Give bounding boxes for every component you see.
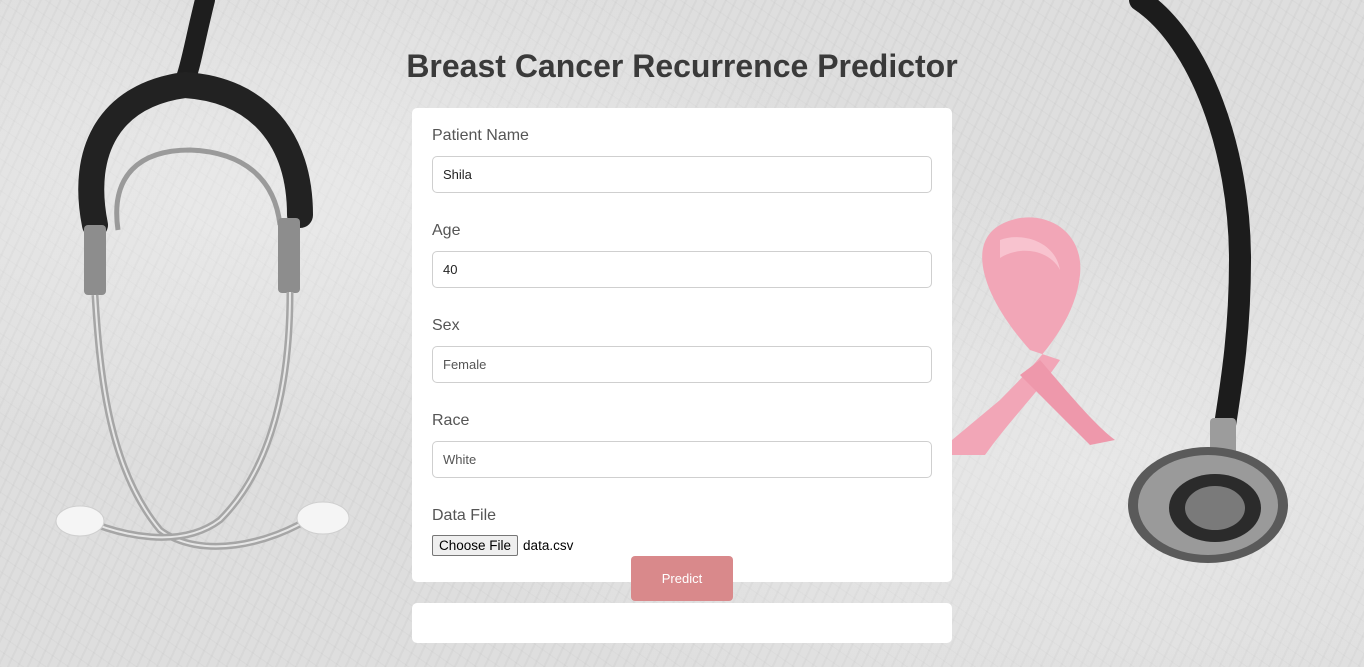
page-title: Breast Cancer Recurrence Predictor xyxy=(406,48,958,84)
page: Breast Cancer Recurrence Predictor Patie… xyxy=(0,0,1364,667)
sex-input[interactable] xyxy=(432,346,932,383)
race-input[interactable] xyxy=(432,441,932,478)
pink-ribbon-icon xyxy=(952,217,1115,455)
prediction-form: Patient Name Age Sex Race Data File Choo… xyxy=(412,108,952,601)
data-file-label: Data File xyxy=(432,507,497,524)
predict-button[interactable]: Predict xyxy=(631,556,733,601)
patient-name-label: Patient Name xyxy=(432,127,529,144)
race-label: Race xyxy=(432,412,470,429)
age-label: Age xyxy=(432,222,461,239)
result-panel xyxy=(412,603,952,643)
choose-file-button[interactable]: Choose File xyxy=(432,534,519,556)
age-input[interactable] xyxy=(432,251,932,288)
selected-file-name: data.csv xyxy=(523,537,574,553)
patient-name-input[interactable] xyxy=(432,156,932,193)
file-picker: Choose File data.csv xyxy=(432,534,932,556)
sex-label: Sex xyxy=(432,317,460,334)
